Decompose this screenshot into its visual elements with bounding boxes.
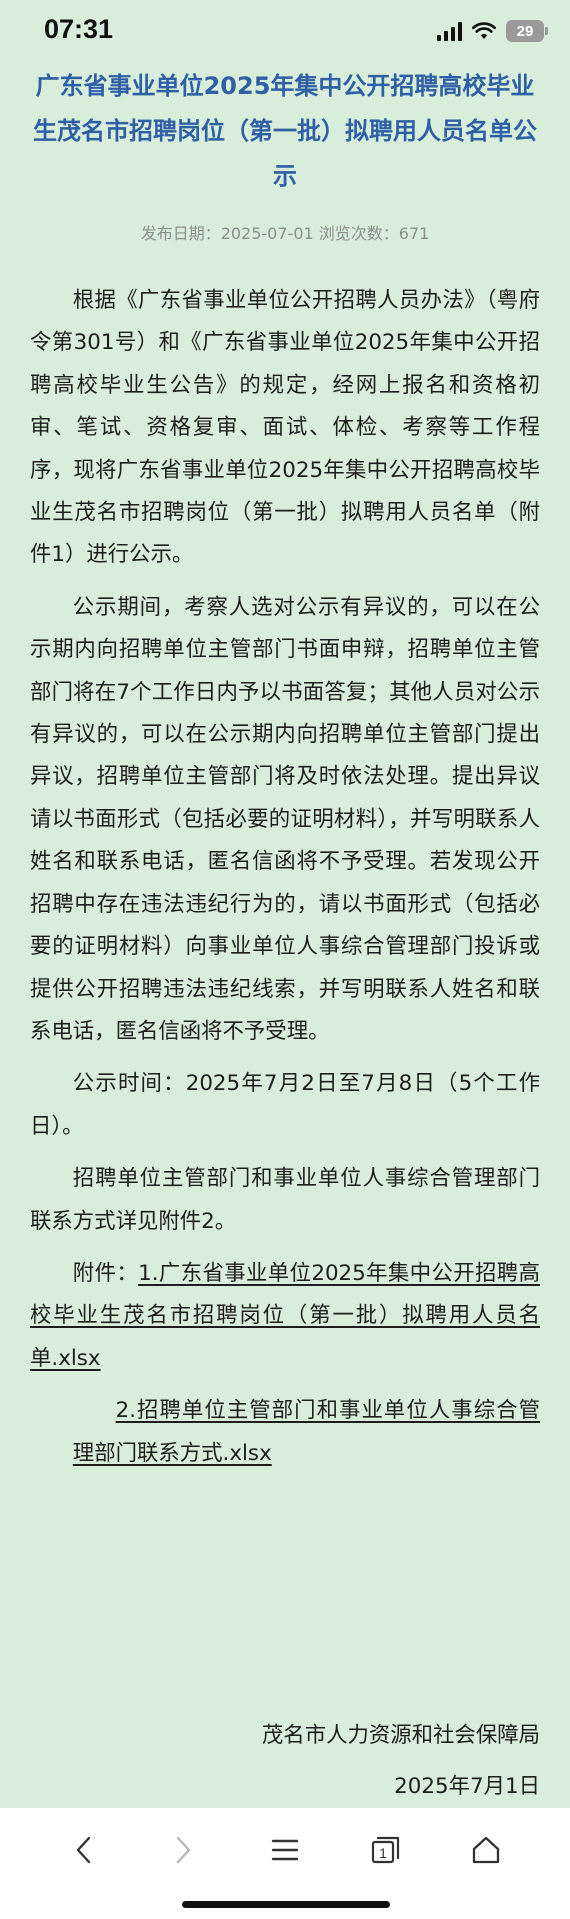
page-title: 广东省事业单位2025年集中公开招聘高校毕业生茂名市招聘岗位（第一批）拟聘用人员… bbox=[33, 72, 537, 190]
cellular-signal-icon bbox=[437, 21, 462, 41]
forward-icon bbox=[176, 1836, 191, 1864]
signature-date: 2025年7月1日 bbox=[394, 1774, 540, 1799]
paragraph: 公示时间：2025年7月2日至7月8日（5个工作日）。 bbox=[30, 1071, 540, 1139]
paragraph: 根据《广东省事业单位公开招聘人员办法》（粤府令第301号）和《广东省事业单位20… bbox=[30, 288, 540, 568]
back-button[interactable] bbox=[58, 1824, 110, 1876]
attachment-link-2[interactable]: 2.招聘单位主管部门和事业单位人事综合管理部门联系方式.xlsx bbox=[73, 1398, 540, 1465]
status-bar: 07:31 29 bbox=[0, 0, 570, 64]
wifi-icon bbox=[472, 22, 496, 39]
status-time: 07:31 bbox=[44, 14, 114, 44]
signature-org: 茂名市人力资源和社会保障局 bbox=[261, 1723, 540, 1748]
tabs-button[interactable]: 1 bbox=[360, 1824, 412, 1876]
status-icons: 29 bbox=[437, 19, 548, 43]
attachments-label: 附件： bbox=[72, 1260, 139, 1286]
tab-count: 1 bbox=[379, 1845, 387, 1861]
forward-button[interactable] bbox=[157, 1824, 209, 1876]
home-button[interactable] bbox=[460, 1824, 512, 1876]
battery-icon: 29 bbox=[506, 20, 548, 42]
attachment-1: 附件：1.广东省事业单位2025年集中公开招聘高校毕业生茂名市招聘岗位（第一批）… bbox=[30, 1253, 540, 1380]
menu-button[interactable] bbox=[259, 1824, 311, 1876]
home-indicator bbox=[182, 1901, 390, 1908]
article-body: 根据《广东省事业单位公开招聘人员办法》（粤府令第301号）和《广东省事业单位20… bbox=[30, 280, 540, 1475]
paragraph: 招聘单位主管部门和事业单位人事综合管理部门联系方式详见附件2。 bbox=[30, 1166, 540, 1234]
menu-icon bbox=[271, 1839, 299, 1861]
home-icon bbox=[472, 1836, 500, 1864]
attachment-2: 2.招聘单位主管部门和事业单位人事综合管理部门联系方式.xlsx bbox=[30, 1390, 540, 1475]
tabs-icon: 1 bbox=[371, 1836, 400, 1864]
publish-meta: 发布日期：2025-07-01 浏览次数：671 bbox=[140, 224, 430, 243]
paragraph: 公示期间，考察人选对公示有异议的，可以在公示期内向招聘单位主管部门书面申辩，招聘… bbox=[30, 594, 540, 1044]
back-icon bbox=[76, 1836, 91, 1864]
